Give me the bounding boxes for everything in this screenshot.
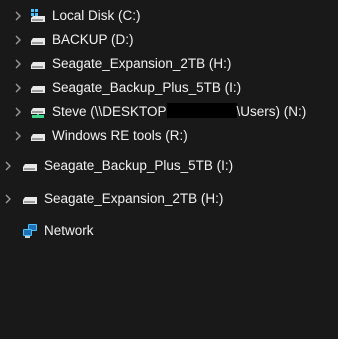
tree-item-windows-re-tools-r[interactable]: Windows RE tools (R:) [0, 124, 338, 148]
tree-item-seagate-backup-plus-i-root[interactable]: Seagate_Backup_Plus_5TB (I:) [0, 154, 338, 178]
network-icon [22, 223, 38, 239]
drive-icon [30, 32, 46, 48]
system-drive-icon [30, 8, 46, 24]
chevron-right-icon[interactable] [12, 4, 24, 28]
drive-icon [30, 56, 46, 72]
chevron-right-icon[interactable] [12, 52, 24, 76]
tree-item-label: Seagate_Backup_Plus_5TB (I:) [52, 80, 242, 95]
drive-icon [30, 128, 46, 144]
tree-item-network[interactable]: Network [0, 219, 338, 243]
tree-item-label: Steve (\\DESKTOP \Users) (N:) [52, 100, 306, 124]
network-drive-icon [30, 104, 46, 120]
tree-item-local-disk-c[interactable]: Local Disk (C:) [0, 4, 338, 28]
drive-icon [22, 191, 38, 207]
tree-item-label: Network [44, 223, 94, 238]
chevron-right-icon[interactable] [12, 124, 24, 148]
tree-item-label: BACKUP (D:) [52, 32, 134, 47]
tree-item-label: Seagate_Expansion_2TB (H:) [52, 56, 232, 71]
chevron-right-icon[interactable] [12, 100, 24, 124]
tree-item-seagate-expansion-h[interactable]: Seagate_Expansion_2TB (H:) [0, 52, 338, 76]
tree-item-seagate-backup-plus-i[interactable]: Seagate_Backup_Plus_5TB (I:) [0, 76, 338, 100]
drive-icon [22, 158, 38, 174]
chevron-right-icon[interactable] [2, 187, 14, 211]
chevron-right-icon[interactable] [12, 76, 24, 100]
chevron-right-icon[interactable] [12, 28, 24, 52]
drive-icon [30, 80, 46, 96]
tree-item-label-prefix: Steve (\\DESKTOP [52, 104, 167, 119]
tree-item-label: Windows RE tools (R:) [52, 128, 188, 143]
tree-item-seagate-expansion-h-root[interactable]: Seagate_Expansion_2TB (H:) [0, 187, 338, 211]
tree-item-label-suffix: \Users) (N:) [236, 104, 307, 119]
tree-item-backup-d[interactable]: BACKUP (D:) [0, 28, 338, 52]
tree-item-steve-network-n[interactable]: Steve (\\DESKTOP \Users) (N:) [0, 100, 338, 124]
chevron-right-icon[interactable] [2, 154, 14, 178]
tree-item-label: Local Disk (C:) [52, 8, 141, 23]
tree-item-label: Seagate_Expansion_2TB (H:) [44, 191, 224, 206]
tree-item-label: Seagate_Backup_Plus_5TB (I:) [44, 158, 234, 173]
redaction-block [166, 103, 237, 119]
